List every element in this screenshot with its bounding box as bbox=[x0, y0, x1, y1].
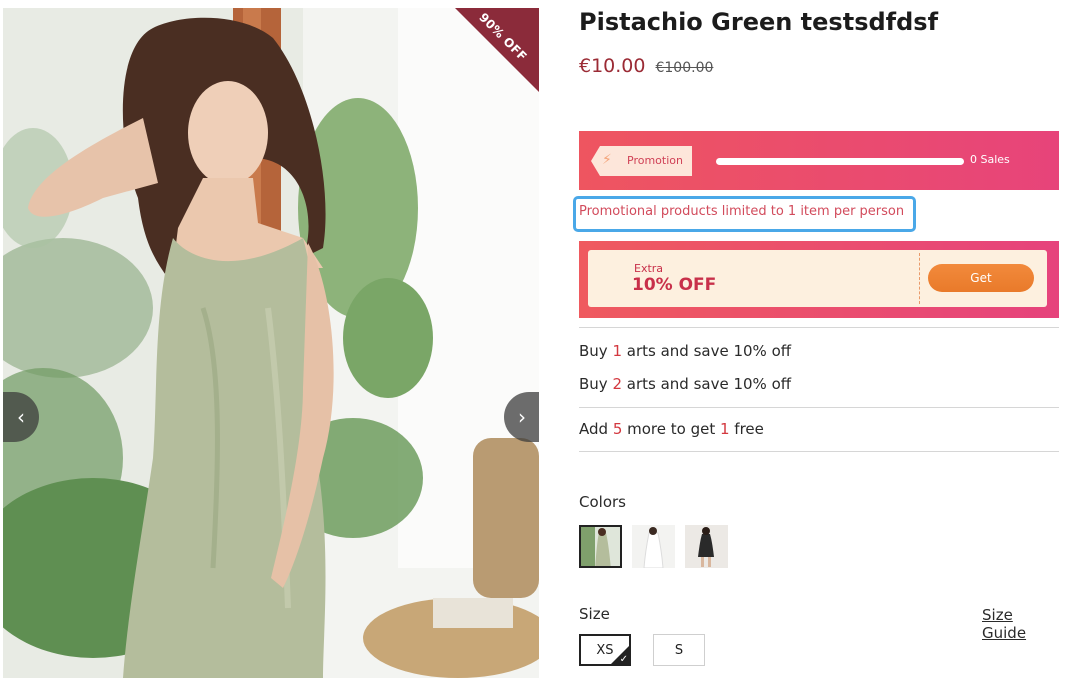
checkmark-icon: ✓ bbox=[619, 654, 628, 665]
size-label: Size bbox=[579, 605, 610, 623]
color-swatch-black[interactable] bbox=[685, 525, 728, 568]
coupon-bar: Extra 10% OFF Get bbox=[579, 241, 1059, 318]
divider bbox=[579, 451, 1059, 452]
chevron-left-icon: ‹ bbox=[17, 405, 25, 429]
offer-line-3: Add 5 more to get 1 free bbox=[579, 420, 764, 438]
offer-line-2: Buy 2 arts and save 10% off bbox=[579, 375, 792, 393]
price-row: €10.00 €100.00 bbox=[579, 55, 713, 77]
size-guide-link[interactable]: Size Guide bbox=[982, 606, 1059, 642]
current-price: €10.00 bbox=[579, 55, 646, 77]
coupon-discount: 10% OFF bbox=[632, 275, 717, 295]
bolt-icon: ⚡ bbox=[602, 152, 612, 168]
coupon-card: Extra 10% OFF Get bbox=[588, 250, 1047, 307]
white-dress-thumbnail bbox=[632, 525, 675, 568]
divider bbox=[579, 327, 1059, 328]
divider bbox=[579, 407, 1059, 408]
discount-ribbon: 90% OFF bbox=[455, 8, 539, 92]
original-price: €100.00 bbox=[655, 60, 714, 76]
coupon-extra-label: Extra bbox=[634, 262, 664, 275]
get-coupon-button[interactable]: Get bbox=[928, 264, 1034, 292]
size-option-s[interactable]: S bbox=[653, 634, 705, 666]
promotion-limit-text: Promotional products limited to 1 item p… bbox=[579, 204, 905, 219]
chevron-right-icon: › bbox=[518, 405, 526, 429]
black-dress-thumbnail bbox=[685, 525, 728, 568]
green-dress-thumbnail bbox=[581, 527, 620, 566]
sales-count: 0 Sales bbox=[970, 153, 1010, 166]
sales-progress-bar bbox=[716, 158, 964, 165]
product-photo bbox=[3, 8, 539, 678]
color-swatch-green[interactable] bbox=[579, 525, 622, 568]
promotion-bar: ⚡ Promotion 0 Sales bbox=[579, 131, 1059, 190]
coupon-divider bbox=[919, 253, 920, 304]
product-gallery[interactable]: 90% OFF ‹ › bbox=[3, 8, 539, 678]
size-option-xs[interactable]: XS ✓ bbox=[579, 634, 631, 666]
color-swatch-white[interactable] bbox=[632, 525, 675, 568]
product-title: Pistachio Green testsdfdsf bbox=[579, 8, 939, 36]
colors-label: Colors bbox=[579, 493, 626, 511]
offer-line-1: Buy 1 arts and save 10% off bbox=[579, 342, 792, 360]
promotion-tag-label: Promotion bbox=[627, 154, 683, 167]
promotion-tag: ⚡ Promotion bbox=[591, 146, 692, 176]
